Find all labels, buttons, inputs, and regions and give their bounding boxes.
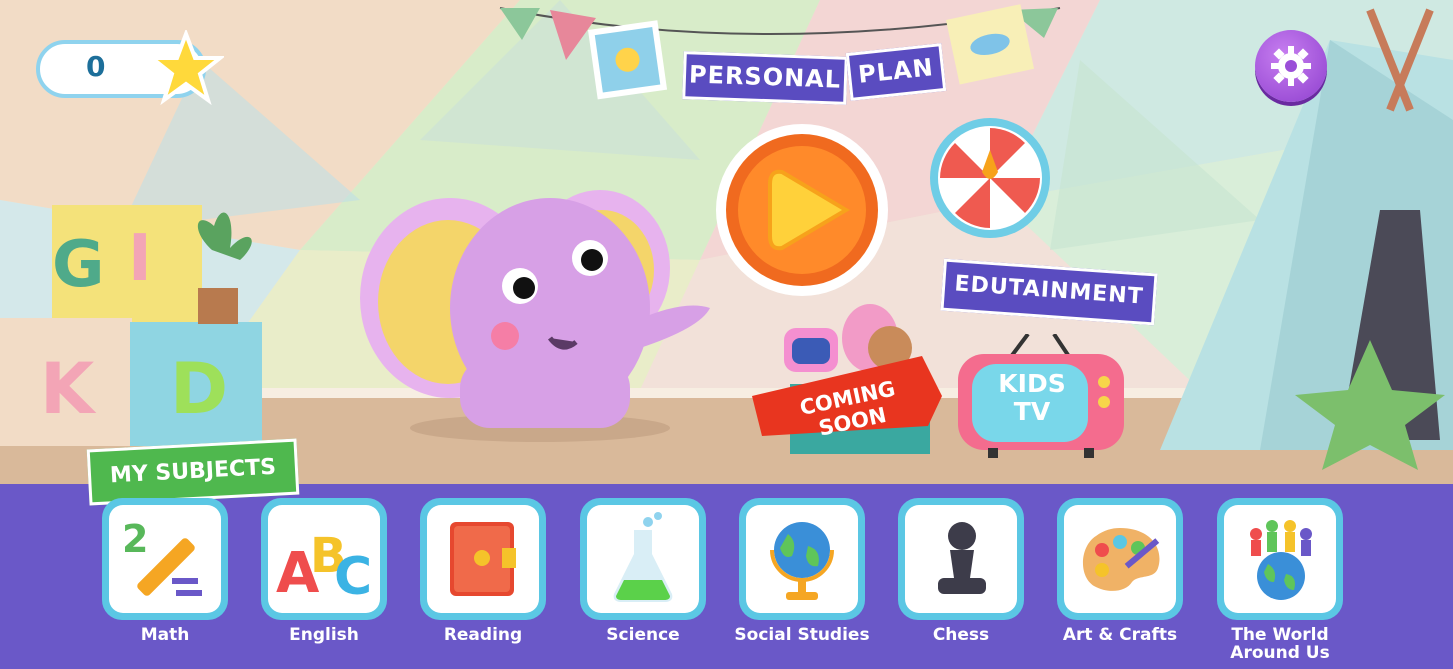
block-letter-i: I [128, 222, 152, 296]
spin-wheel-button[interactable] [928, 116, 1052, 240]
gear-icon [1271, 46, 1311, 86]
subject-label-english: English [289, 625, 359, 645]
subject-label-art-crafts: Art & Crafts [1062, 625, 1178, 645]
svg-text:2: 2 [122, 517, 148, 561]
kids-tv-label: KIDS TV [982, 370, 1082, 426]
kids-tv-label-line1: KIDS [998, 369, 1066, 398]
chess-pawn-icon [938, 522, 986, 594]
subject-label-chess: Chess [932, 625, 990, 645]
book-icon [450, 522, 516, 596]
play-icon [726, 134, 878, 286]
subject-label-reading: Reading [443, 625, 523, 645]
block-letter-k: K [40, 348, 95, 430]
palette-icon [1082, 528, 1160, 591]
math-icon: 2 [122, 517, 202, 596]
personal-plan-banner-plan[interactable]: PLAN [845, 43, 947, 101]
personal-plan-banner-personal[interactable]: PERSONAL [682, 51, 848, 105]
subject-label-science: Science [606, 625, 680, 645]
flask-icon [613, 512, 673, 602]
my-subjects-banner: MY SUBJECTS [86, 438, 300, 506]
elephant-mascot [360, 190, 710, 442]
score-value: 0 [86, 50, 106, 83]
block-letter-d: D [170, 348, 229, 430]
subject-label-social-studies: Social Studies [734, 625, 870, 645]
subject-label-world-around-us: The World Around Us [1230, 625, 1330, 663]
kids-tv-label-line2: TV [1013, 397, 1051, 426]
world-people-icon [1250, 520, 1312, 600]
svg-text:C: C [334, 547, 372, 600]
block-letter-g: G [52, 228, 105, 302]
globe-icon [770, 522, 834, 600]
english-abc-icon: A B C [276, 528, 372, 600]
star-icon [148, 30, 224, 106]
subject-label-math: Math [140, 625, 190, 645]
